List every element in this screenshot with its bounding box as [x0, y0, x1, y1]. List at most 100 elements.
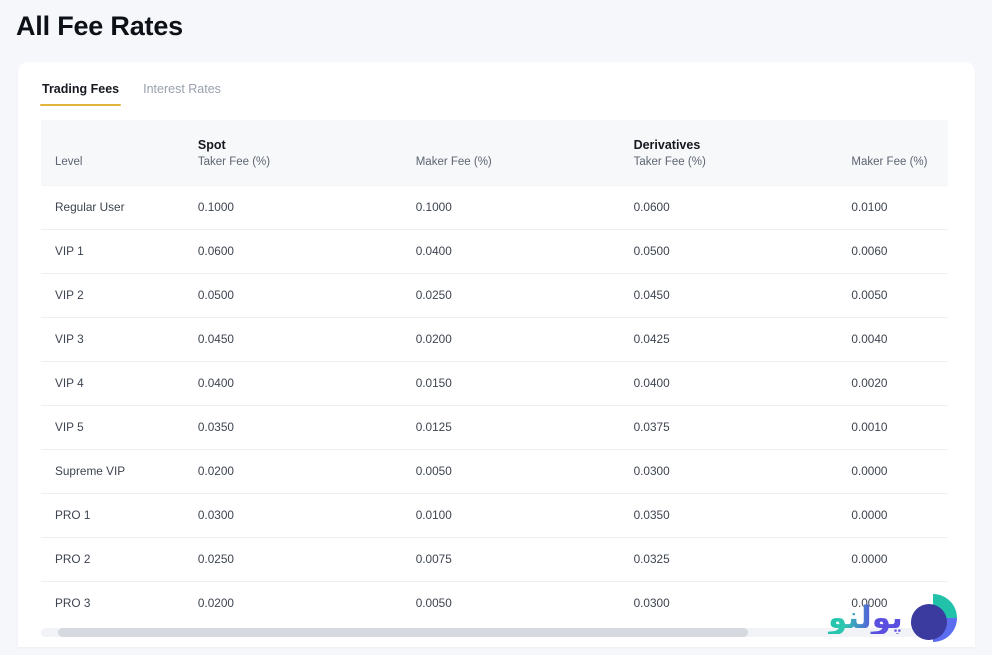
table-cell-fee: 0.0400	[619, 360, 838, 405]
table-cell-fee: 0.0600	[619, 184, 838, 229]
table-cell-value: 0.0075	[415, 552, 452, 566]
table-cell-value: 0.1000	[197, 200, 234, 214]
table-cell-value: 0.0450	[633, 288, 670, 302]
table-cell-fee: 0.0450	[183, 316, 402, 361]
table-row: PRO 10.03000.01000.03500.00000.02000.000…	[41, 492, 948, 537]
table-cell-fee: 0.0000	[837, 580, 948, 622]
table-cell-fee: 0.1000	[401, 184, 620, 229]
page-root: All Fee Rates Trading Fees Interest Rate…	[0, 0, 992, 655]
table-cell-fee: 0.0200	[183, 448, 402, 493]
table-cell-value: 0.0250	[415, 288, 452, 302]
table-cell-value: 0.0100	[415, 508, 452, 522]
tab-bar: Trading Fees Interest Rates	[40, 81, 223, 111]
table-cell-value: 0.0500	[197, 288, 234, 302]
table-cell-level: VIP 3	[41, 316, 184, 361]
table-cell-fee: 0.0350	[183, 404, 402, 449]
table-cell-fee: 0.0400	[401, 228, 620, 273]
table-cell-value: 0.0050	[851, 288, 888, 302]
tab-trading-fees[interactable]: Trading Fees	[40, 81, 122, 106]
table-row: VIP 50.03500.01250.03750.00100.02200.001…	[41, 404, 948, 449]
table-cell-level: VIP 5	[41, 404, 184, 449]
table-cell-value: 0.0150	[415, 376, 452, 390]
table-cell-fee: 0.0250	[401, 272, 620, 317]
table-cell-value: 0.0000	[851, 508, 888, 522]
table-cell-value: 0.0125	[415, 420, 452, 434]
column-header-derivatives-maker-label: Maker Fee (%)	[851, 156, 928, 168]
horizontal-scrollbar-track[interactable]	[41, 628, 948, 637]
table-cell-value: 0.0000	[851, 596, 888, 611]
table-cell-value: 0.0350	[633, 508, 670, 522]
table-cell-fee: 0.0050	[401, 580, 620, 622]
table-cell-fee: 0.0050	[837, 272, 948, 317]
group-header-spacer	[41, 120, 184, 154]
table-cell-fee: 0.0100	[837, 184, 948, 229]
table-cell-level: VIP 4	[41, 360, 184, 405]
table-cell-value: 0.0400	[633, 376, 670, 390]
table-cell-value: 0.0450	[197, 332, 234, 346]
table-cell-fee: 0.0350	[619, 492, 838, 537]
tab-interest-rates[interactable]: Interest Rates	[141, 81, 223, 106]
table-cell-fee: 0.0425	[619, 316, 838, 361]
group-header-spot: Spot	[183, 120, 620, 154]
table-cell-level: PRO 1	[41, 492, 184, 537]
fee-table-scroll-viewport[interactable]: Spot Derivatives USDC C Level	[41, 120, 948, 622]
table-cell-fee: 0.1000	[183, 184, 402, 229]
group-header-spot-label: Spot	[197, 138, 226, 152]
table-cell-value: 0.0375	[633, 420, 670, 434]
table-cell-level: VIP 1	[41, 228, 184, 273]
table-cell-value: 0.0425	[633, 332, 670, 346]
column-header-level-label: Level	[55, 156, 83, 168]
table-cell-level: VIP 2	[41, 272, 184, 317]
tab-trading-fees-label: Trading Fees	[42, 82, 120, 96]
table-cell-fee: 0.0600	[183, 228, 402, 273]
table-cell-fee: 0.0200	[183, 580, 402, 622]
table-cell-value: 0.0250	[197, 552, 234, 566]
table-cell-fee: 0.0500	[183, 272, 402, 317]
group-header-derivatives-label: Derivatives	[633, 138, 701, 152]
column-header-spot-maker: Maker Fee (%)	[401, 154, 620, 185]
table-cell-value: 0.0060	[851, 244, 888, 258]
table-cell-value: PRO 3	[55, 596, 91, 611]
table-cell-value: 0.0000	[851, 552, 888, 566]
table-cell-value: 0.0600	[633, 200, 670, 214]
table-cell-value: 0.0040	[851, 332, 888, 346]
table-cell-fee: 0.0000	[837, 448, 948, 493]
table-cell-value: 0.0350	[197, 420, 234, 434]
table-cell-value: 0.0010	[851, 420, 888, 434]
column-header-spot-maker-label: Maker Fee (%)	[415, 156, 492, 168]
page-title: All Fee Rates	[16, 11, 183, 41]
horizontal-scrollbar-thumb[interactable]	[58, 628, 748, 637]
table-cell-value: 0.0050	[415, 464, 452, 478]
table-cell-fee: 0.0050	[401, 448, 620, 493]
table-column-header-row: Level Taker Fee (%) Maker Fee (%) Taker …	[41, 154, 948, 185]
table-cell-fee: 0.0150	[401, 360, 620, 405]
column-header-spot-taker-label: Taker Fee (%)	[197, 156, 271, 168]
column-header-derivatives-taker-label: Taker Fee (%)	[633, 156, 706, 168]
table-cell-value: VIP 3	[55, 332, 84, 346]
column-header-spot-taker: Taker Fee (%)	[183, 154, 402, 185]
table-cell-fee: 0.0200	[401, 316, 620, 361]
table-row: PRO 20.02500.00750.03250.00000.01500.000…	[41, 536, 948, 581]
table-cell-fee: 0.0300	[619, 580, 838, 622]
table-cell-value: 0.0300	[633, 464, 670, 478]
table-cell-value: 0.0400	[197, 376, 234, 390]
table-cell-value: 0.0100	[851, 200, 888, 214]
table-row: PRO 30.02000.00500.03000.00000.01300.000…	[41, 580, 948, 622]
table-cell-fee: 0.0250	[183, 536, 402, 581]
table-row: Supreme VIP0.02000.00500.03000.00000.022…	[41, 448, 948, 493]
table-cell-value: VIP 2	[55, 288, 84, 302]
table-cell-value: 0.0050	[415, 596, 452, 611]
table-row: VIP 40.04000.01500.04000.00200.02300.002…	[41, 360, 948, 405]
fee-table-scroll-content: Spot Derivatives USDC C Level	[41, 120, 948, 622]
fee-table-head: Spot Derivatives USDC C Level	[41, 120, 948, 185]
table-cell-value: Regular User	[55, 200, 125, 214]
table-cell-value: PRO 2	[55, 552, 91, 566]
table-cell-fee: 0.0450	[619, 272, 838, 317]
column-header-level: Level	[41, 154, 184, 185]
table-cell-fee: 0.0010	[837, 404, 948, 449]
table-cell-level: Regular User	[41, 184, 184, 229]
table-cell-fee: 0.0300	[619, 448, 838, 493]
table-cell-fee: 0.0325	[619, 536, 838, 581]
table-cell-value: 0.0500	[633, 244, 670, 258]
tab-interest-rates-label: Interest Rates	[143, 82, 221, 96]
